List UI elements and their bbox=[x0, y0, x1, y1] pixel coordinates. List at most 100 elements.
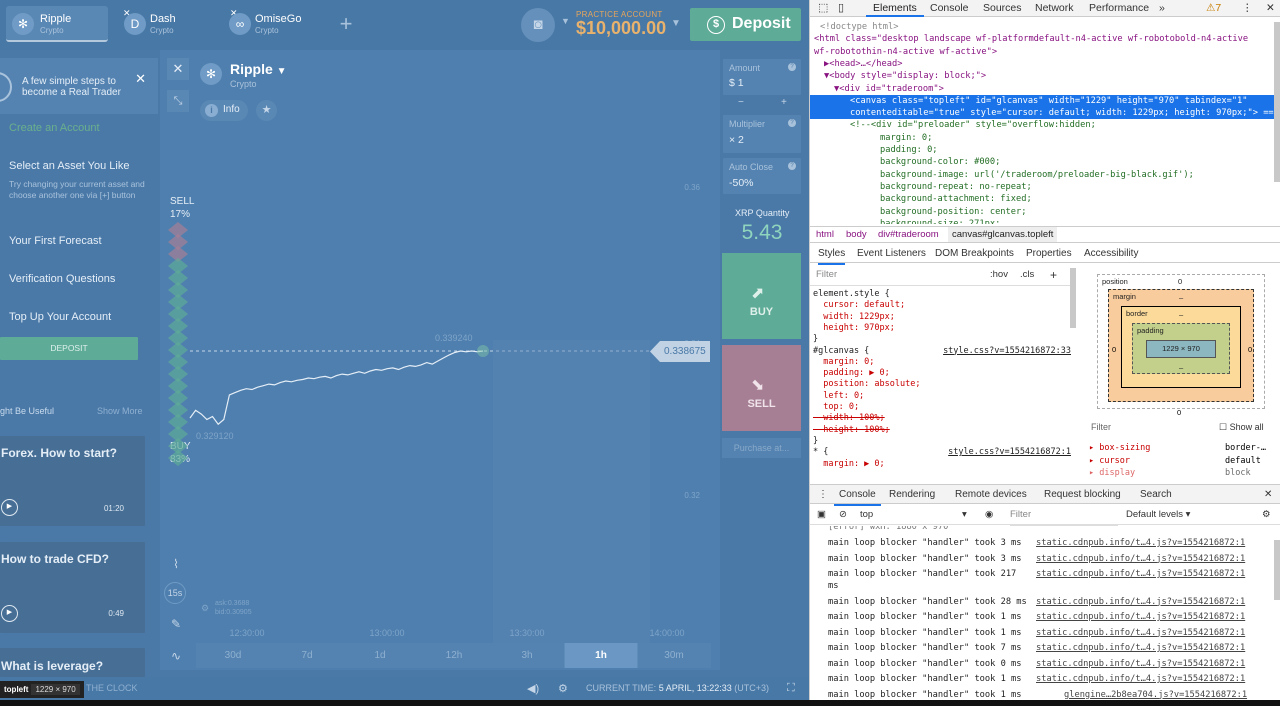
multiplier-field[interactable]: Multiplier ? × 2 bbox=[723, 115, 801, 153]
css-line[interactable]: position: absolute; bbox=[813, 379, 1067, 390]
video-card[interactable]: How to trade CFD? ▶ 0:49 bbox=[0, 542, 145, 633]
more-icon[interactable]: ⋮ bbox=[818, 485, 828, 504]
css-line[interactable]: height: 100%; bbox=[813, 425, 1067, 436]
tab-dom-breakpoints[interactable]: DOM Breakpoints bbox=[935, 244, 1014, 263]
chevron-down-icon[interactable]: ▼ bbox=[671, 18, 681, 29]
cls-toggle[interactable]: .cls bbox=[1020, 264, 1034, 286]
console-source-link[interactable]: glengine…2b8ea704.js?v=1554216872:1 bbox=[1064, 688, 1247, 701]
computed-filter-input[interactable]: Filter bbox=[1091, 422, 1111, 432]
plus-icon[interactable]: + bbox=[781, 97, 787, 108]
indicator-icon[interactable]: ∿ bbox=[164, 644, 188, 668]
dom-node[interactable]: ▶<head>…</head> bbox=[810, 58, 902, 70]
add-tab-button[interactable]: + bbox=[334, 6, 358, 42]
dom-node[interactable]: wf-robotothin-n4-active wf-active"> bbox=[810, 46, 997, 58]
css-line[interactable]: margin: ▶ 0; bbox=[813, 459, 1067, 470]
timer-icon[interactable]: 15s bbox=[164, 582, 186, 604]
crumb-html[interactable]: html bbox=[816, 227, 834, 242]
purchase-at-button[interactable]: Purchase at... bbox=[722, 438, 801, 458]
css-line[interactable]: top: 0; bbox=[813, 402, 1067, 413]
tab-performance[interactable]: Performance bbox=[1089, 0, 1149, 17]
dom-node[interactable]: padding: 0; bbox=[810, 144, 938, 156]
dom-node[interactable]: background-color: #000; bbox=[810, 156, 1000, 168]
console-source-link[interactable]: static.cdnpub.info/t…4.js?v=1554216872:1 bbox=[1036, 595, 1245, 611]
more-tabs-button[interactable]: » bbox=[1159, 0, 1165, 17]
tab-network[interactable]: Network bbox=[1035, 0, 1074, 17]
device-icon[interactable]: ▯ bbox=[838, 0, 844, 17]
scrollbar[interactable] bbox=[1274, 540, 1280, 600]
dom-node[interactable]: background-image: url('/traderoom/preloa… bbox=[810, 169, 1194, 181]
css-line[interactable]: width: 100%; bbox=[813, 413, 1067, 424]
balance[interactable]: $10,000.00 bbox=[576, 18, 666, 39]
play-icon[interactable]: ▶ bbox=[1, 605, 18, 622]
pencil-icon[interactable]: ✎ bbox=[164, 612, 188, 636]
show-more-link[interactable]: Show More bbox=[97, 406, 143, 416]
console-filter-input[interactable]: Filter bbox=[1010, 505, 1118, 526]
log-levels-select[interactable]: Default levels ▾ bbox=[1126, 505, 1190, 525]
dom-node[interactable]: <html class="desktop landscape wf-platfo… bbox=[810, 33, 1248, 45]
close-icon[interactable]: ✕ bbox=[1264, 485, 1272, 504]
sound-icon[interactable]: ◀) bbox=[527, 682, 539, 695]
scrollbar[interactable] bbox=[1274, 22, 1280, 182]
css-line[interactable]: left: 0; bbox=[813, 391, 1067, 402]
sell-button[interactable]: ⬊ SELL bbox=[722, 345, 801, 431]
camera-icon[interactable]: ◙ bbox=[521, 8, 555, 42]
dom-node[interactable]: margin: 0; bbox=[810, 132, 932, 144]
dom-node[interactable]: <!doctype html> bbox=[810, 21, 898, 33]
show-all-checkbox[interactable]: ☐ Show all bbox=[1219, 422, 1264, 433]
console-log[interactable]: [error] wxH: 1880 x 970 main loop blocker… bbox=[810, 526, 1274, 700]
help-icon[interactable]: ? bbox=[788, 162, 796, 170]
settings-icon[interactable]: ⚙ bbox=[201, 604, 209, 613]
console-source-link[interactable]: static.cdnpub.info/t…4.js?v=1554216872:1 bbox=[1036, 641, 1245, 657]
amount-value[interactable]: $ 1 bbox=[729, 77, 744, 89]
gear-icon[interactable]: ⚙ bbox=[1262, 505, 1271, 525]
timeframe-12h[interactable]: 12h bbox=[434, 643, 474, 668]
step-verification[interactable]: Verification Questions bbox=[9, 273, 115, 285]
chevron-down-icon[interactable]: ▼ bbox=[561, 16, 570, 26]
amount-field[interactable]: Amount ? $ 1 bbox=[723, 59, 801, 95]
css-line[interactable]: } bbox=[813, 334, 1067, 345]
more-icon[interactable]: ⋮ bbox=[1242, 0, 1253, 17]
eye-icon[interactable]: ◉ bbox=[985, 505, 993, 525]
drawer-tab-search[interactable]: Search bbox=[1140, 485, 1172, 504]
sidebar-deposit-button[interactable]: DEPOSIT bbox=[0, 337, 138, 360]
clear-console-icon[interactable]: ⊘ bbox=[839, 505, 847, 525]
crumb-canvas[interactable]: canvas#glcanvas.topleft bbox=[948, 227, 1058, 242]
step-top-up[interactable]: Top Up Your Account bbox=[9, 311, 111, 323]
inspect-icon[interactable]: ⬚ bbox=[818, 0, 828, 17]
timeframe-3h[interactable]: 3h bbox=[507, 643, 547, 668]
console-source-link[interactable]: static.cdnpub.info/t…4.js?v=1554216872:1 bbox=[1036, 610, 1245, 626]
buy-button[interactable]: ⬈ BUY bbox=[722, 253, 801, 339]
css-line[interactable]: element.style { bbox=[813, 289, 1067, 300]
timeframe-1h[interactable]: 1h bbox=[564, 643, 638, 668]
drawer-tab-remote-devices[interactable]: Remote devices bbox=[955, 485, 1027, 504]
tab-accessibility[interactable]: Accessibility bbox=[1084, 244, 1138, 263]
tab-properties[interactable]: Properties bbox=[1026, 244, 1072, 263]
css-line[interactable]: width: 1229px; bbox=[813, 312, 1067, 323]
css-line[interactable]: margin: 0; bbox=[813, 357, 1067, 368]
video-card[interactable]: What is leverage? bbox=[0, 648, 145, 677]
tab-dash[interactable]: ✕ D Dash Crypto bbox=[118, 6, 212, 42]
console-source-link[interactable]: static.cdnpub.info/t…4.js?v=1554216872:1 bbox=[1036, 626, 1245, 642]
dom-node[interactable]: background-repeat: no-repeat; bbox=[810, 181, 1032, 193]
computed-prop[interactable]: ▸ box-sizing border-… bbox=[1089, 442, 1266, 455]
hov-toggle[interactable]: :hov bbox=[990, 264, 1008, 286]
chart-type-icon[interactable]: ⌇ bbox=[164, 552, 188, 576]
dom-node[interactable]: ▼<div id="traderoom"> bbox=[810, 83, 944, 95]
timeframe-1d[interactable]: 1d bbox=[360, 643, 400, 668]
timeframe-30d[interactable]: 30d bbox=[213, 643, 253, 668]
dom-node[interactable]: contenteditable="true" style="cursor: de… bbox=[810, 107, 1274, 120]
console-source-link[interactable]: static.cdnpub.info/t…4.js?v=1554216872:1 bbox=[1036, 672, 1245, 688]
price-chart[interactable] bbox=[160, 50, 720, 670]
dom-node[interactable]: background-size: 271px; bbox=[810, 218, 1000, 224]
gear-icon[interactable]: ⚙ bbox=[558, 682, 568, 695]
css-line[interactable]: cursor: default; bbox=[813, 300, 1067, 311]
crumb-body[interactable]: body bbox=[846, 227, 867, 242]
step-first-forecast[interactable]: Your First Forecast bbox=[9, 235, 102, 247]
help-icon[interactable]: ? bbox=[788, 119, 796, 127]
play-icon[interactable]: ▶ bbox=[1, 499, 18, 516]
tab-console[interactable]: Console bbox=[930, 0, 969, 17]
dom-tree[interactable]: <!doctype html> <html class="desktop land… bbox=[810, 18, 1274, 224]
tab-omisego[interactable]: ✕ ∞ OmiseGo Crypto bbox=[225, 6, 319, 42]
deposit-button[interactable]: $ Deposit bbox=[690, 8, 801, 41]
autoclose-field[interactable]: Auto Close ? -50% bbox=[723, 158, 801, 194]
